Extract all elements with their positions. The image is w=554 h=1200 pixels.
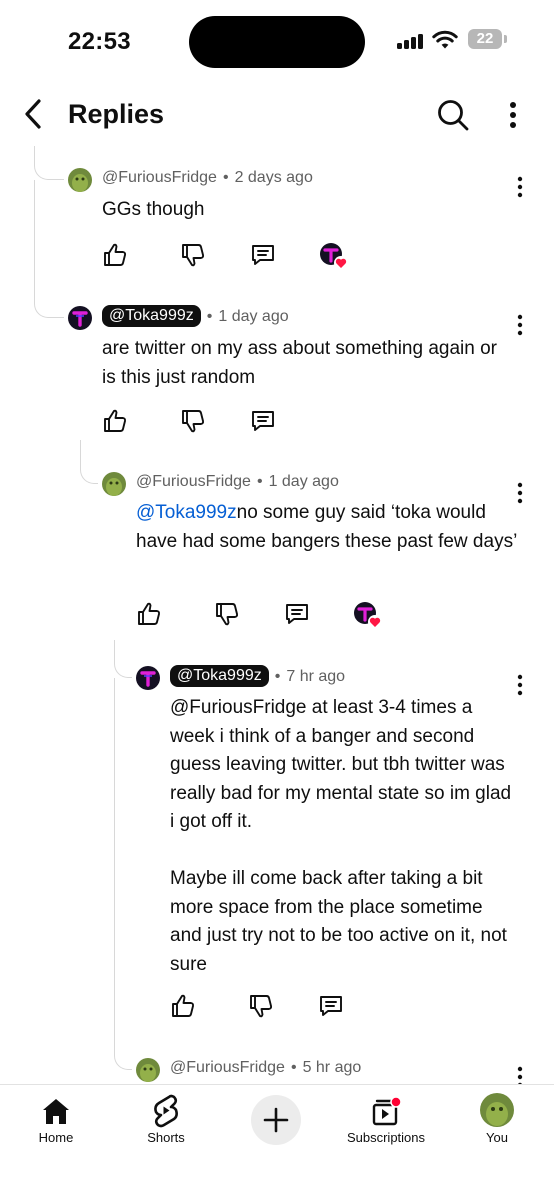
avatar[interactable] <box>136 1058 160 1082</box>
thumbs-up-icon[interactable] <box>102 408 128 434</box>
creator-handle-chip[interactable]: @Toka999z <box>170 665 269 687</box>
reply-icon[interactable] <box>250 242 276 268</box>
nav-label: Subscriptions <box>346 1130 426 1145</box>
comment-more-icon[interactable] <box>514 176 526 198</box>
search-icon[interactable] <box>434 96 472 134</box>
dynamic-island <box>189 16 365 68</box>
comment-text: GGs though <box>102 196 502 225</box>
comment-more-icon[interactable] <box>514 482 526 504</box>
reply-icon[interactable] <box>250 408 276 434</box>
comment: @FuriousFridge • 5 hr ago <box>136 1058 538 1084</box>
meta-separator: • <box>256 473 263 490</box>
comment: @FuriousFridge • 2 days ago GGs though <box>68 168 538 278</box>
creator-heart-icon <box>354 602 382 629</box>
comment-body: are twitter on my ass about something ag… <box>102 338 497 388</box>
create-button[interactable] <box>251 1095 301 1145</box>
avatar <box>480 1093 514 1127</box>
avatar[interactable] <box>136 666 160 690</box>
thumbs-up-icon[interactable] <box>136 601 162 627</box>
comment-actions <box>136 601 436 631</box>
comment-more-icon[interactable] <box>514 1066 526 1084</box>
comment-age: 2 days ago <box>234 169 313 186</box>
top-app-bar: Replies <box>0 84 554 146</box>
nav-shorts[interactable]: Shorts <box>128 1085 204 1165</box>
status-bar: 22:53 22 <box>0 0 554 84</box>
mention-link[interactable]: @Toka999z <box>136 502 237 523</box>
thumbs-down-icon[interactable] <box>214 601 240 627</box>
home-icon <box>43 1099 69 1124</box>
wifi-icon <box>432 30 458 49</box>
avatar[interactable] <box>68 306 92 330</box>
comment-meta: @Toka999z • 7 hr ago <box>170 665 346 687</box>
thumbs-up-icon[interactable] <box>102 242 128 268</box>
author-handle[interactable]: @FuriousFridge <box>102 169 217 187</box>
status-time: 22:53 <box>68 28 131 55</box>
more-options-icon[interactable] <box>503 98 523 132</box>
page-title: Replies <box>68 99 165 129</box>
nav-label: Shorts <box>147 1130 185 1145</box>
thread-connector <box>34 180 64 318</box>
comment-meta: @FuriousFridge • 2 days ago <box>102 169 313 187</box>
thumbs-down-icon[interactable] <box>180 408 206 434</box>
meta-separator: • <box>206 308 213 325</box>
cellular-signal-icon <box>397 33 425 49</box>
meta-separator: • <box>274 668 281 685</box>
thread-connector <box>114 678 132 1070</box>
comment-meta: @Toka999z • 1 day ago <box>102 305 289 327</box>
reply-icon[interactable] <box>284 601 310 627</box>
subscriptions-icon <box>372 1096 402 1126</box>
comment: @Toka999z • 7 hr ago @FuriousFridge at l… <box>136 665 538 1026</box>
comment-text: @FuriousFridge at least 3-4 times a week… <box>170 694 516 979</box>
creator-handle-chip[interactable]: @Toka999z <box>102 305 201 327</box>
comment-body: @FuriousFridge at least 3-4 times a week… <box>170 697 512 975</box>
reply-icon[interactable] <box>318 993 344 1019</box>
comment-text: @Toka999zno some guy said ‘toka would ha… <box>136 499 520 556</box>
nav-label: You <box>486 1130 508 1145</box>
comment-more-icon[interactable] <box>514 674 526 696</box>
comment-actions <box>170 993 470 1023</box>
comment-meta: @FuriousFridge • 1 day ago <box>136 473 339 491</box>
battery-tip <box>504 35 507 43</box>
comment: @FuriousFridge • 1 day ago @Toka999zno s… <box>102 472 538 632</box>
thread-connector <box>114 640 132 678</box>
comment-text: are twitter on my ass about something ag… <box>102 335 514 392</box>
author-handle[interactable]: @FuriousFridge <box>136 473 251 491</box>
nav-label: Home <box>38 1130 74 1145</box>
comment-body: GGs though <box>102 199 205 220</box>
creator-heart-icon <box>320 243 348 270</box>
meta-separator: • <box>222 169 229 186</box>
meta-separator: • <box>290 1059 297 1076</box>
avatar[interactable] <box>68 168 92 192</box>
thumbs-up-icon[interactable] <box>170 993 196 1019</box>
thumbs-down-icon[interactable] <box>248 993 274 1019</box>
comment-age: 1 day ago <box>268 473 339 490</box>
thread-connector <box>80 440 98 484</box>
nav-home[interactable]: Home <box>20 1085 92 1165</box>
comment-age: 1 day ago <box>218 308 289 325</box>
thumbs-down-icon[interactable] <box>180 242 206 268</box>
nav-subscriptions[interactable]: Subscriptions <box>336 1085 436 1165</box>
plus-icon <box>263 1107 289 1133</box>
bottom-navigation: Home Shorts Subscriptions You <box>0 1084 554 1200</box>
chevron-left-icon <box>25 99 41 129</box>
comment-meta: @FuriousFridge • 5 hr ago <box>170 1059 361 1077</box>
comment-age: 7 hr ago <box>286 668 346 685</box>
author-handle[interactable]: @FuriousFridge <box>170 1059 285 1077</box>
thread-connector <box>34 146 64 180</box>
comment-actions <box>102 242 402 272</box>
battery-indicator: 22 <box>468 29 502 49</box>
back-button[interactable] <box>18 96 48 132</box>
comment-more-icon[interactable] <box>514 314 526 336</box>
comment-actions <box>102 408 402 438</box>
comment-age: 5 hr ago <box>302 1059 362 1076</box>
comment: @Toka999z • 1 day ago are twitter on my … <box>68 305 538 438</box>
nav-you[interactable]: You <box>462 1085 532 1165</box>
shorts-icon <box>154 1094 178 1128</box>
avatar[interactable] <box>102 472 126 496</box>
